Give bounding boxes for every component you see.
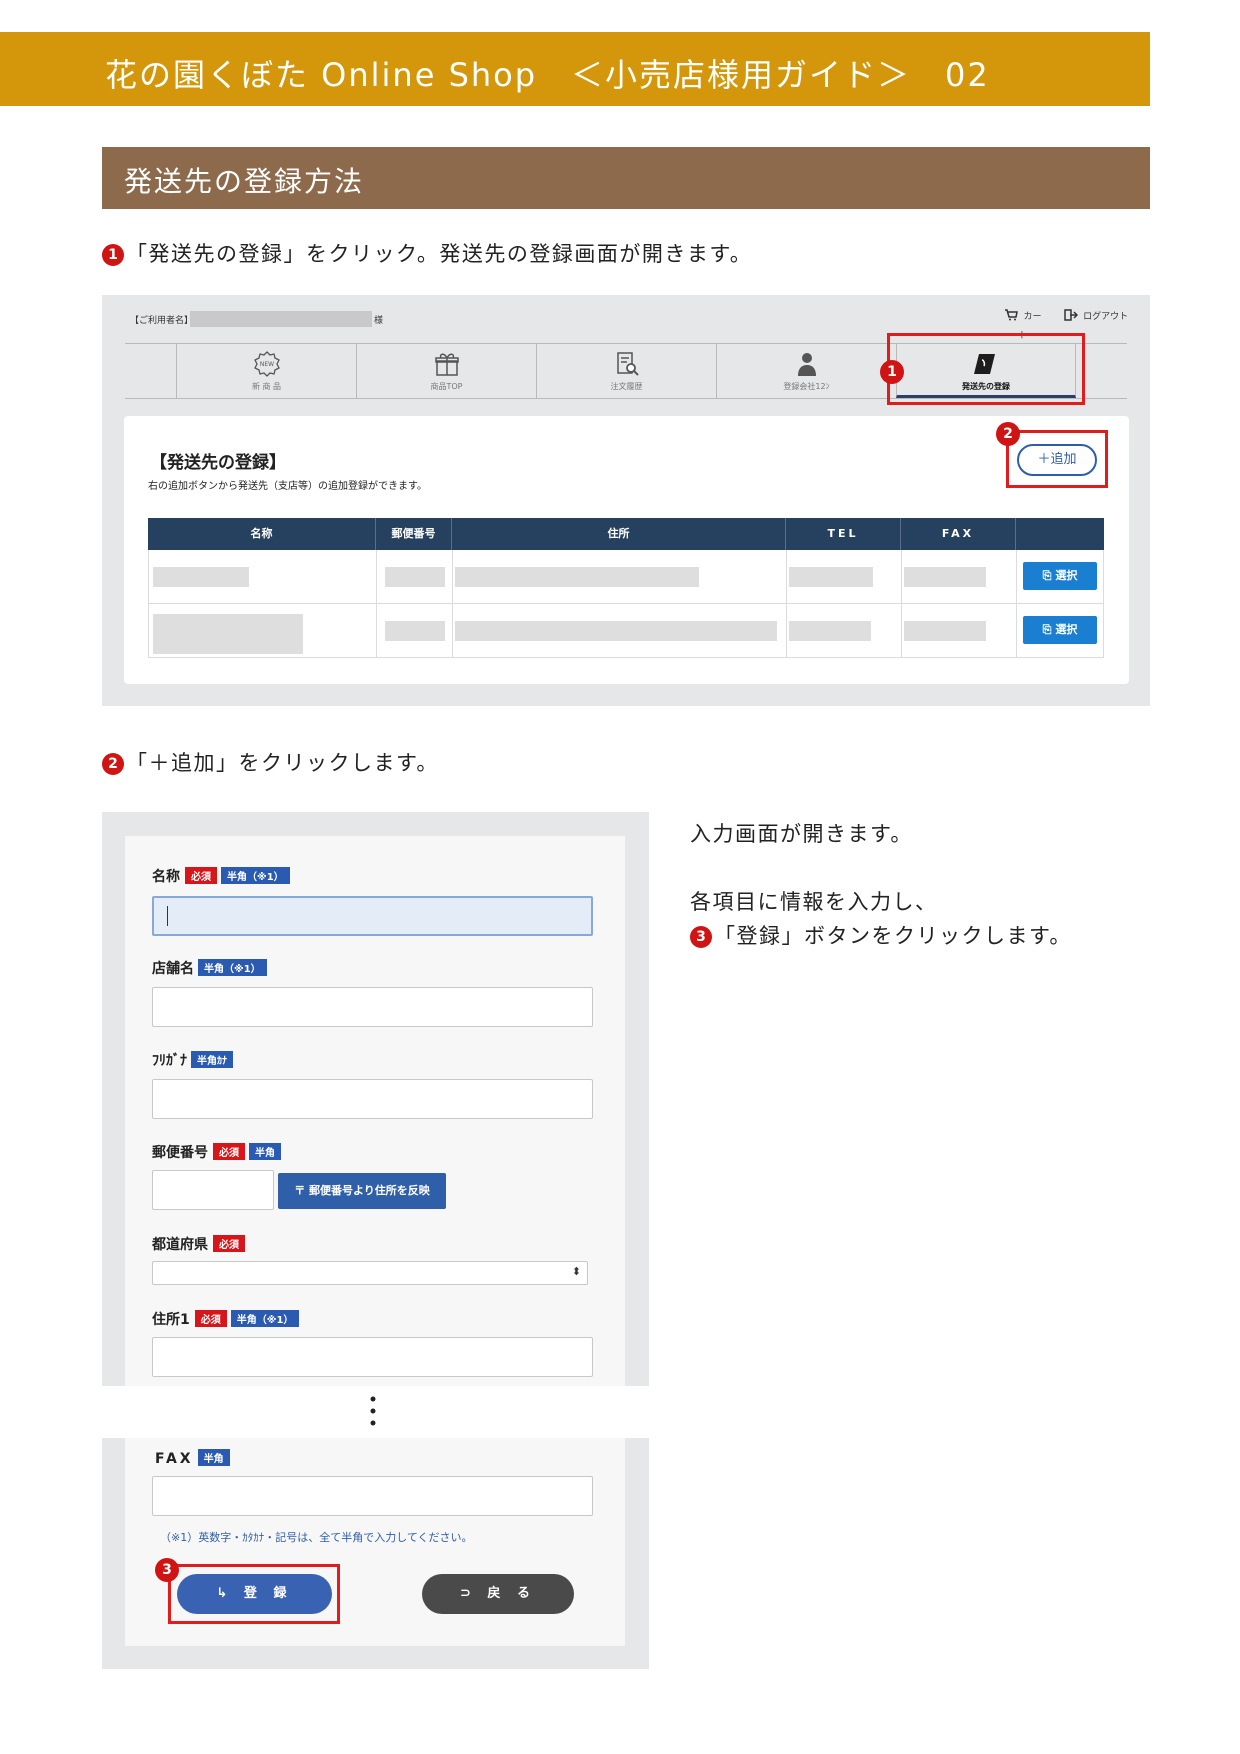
nav-label: 登録会社12ﾝ [783,382,830,391]
select-arrows-icon: ⬍ [571,1265,581,1278]
logout-icon [1064,308,1079,321]
svg-text:NEW: NEW [259,361,273,368]
gift-box-icon [434,353,459,376]
cart-icon [1005,308,1019,320]
step2-instruction: 2 「＋追加」をクリックします。 [102,747,439,777]
field-name-label: 名称 必須 半角（※1） [152,866,290,886]
half-width-tag: 半角（※1） [230,1310,300,1327]
step1-badge: 1 [102,244,124,266]
side-text-line2: 各項目に情報を入力し、 [690,890,938,914]
side-text-line3: 3 「登録」ボタンをクリックします。 [690,920,1072,950]
field-fax-label: FAX 半角 [155,1448,230,1467]
col-name: 名称 [148,518,376,550]
user-suffix: 様 [374,316,384,326]
required-tag: 必須 [213,1143,245,1160]
logout-label: ログアウト [1083,312,1129,322]
nav-registered-company[interactable]: 登録会社12ﾝ [716,344,896,398]
panel-title: 【発送先の登録】 [150,453,286,473]
nav-new-products[interactable]: NEW 新 商 品 [176,344,356,398]
zip-input[interactable] [152,1170,274,1210]
half-width-tag: 半角 [249,1143,281,1160]
badge-2: 2 [996,422,1020,446]
highlight-register-button [168,1564,340,1624]
step3-text: 「登録」ボタンをクリックします。 [714,924,1072,948]
side-text-line1: 入力画面が開きます。 [690,822,913,846]
step3-badge: 3 [690,926,712,948]
select-icon: ⎘ [1042,623,1052,636]
field-zip-label: 郵便番号 必須 半角 [152,1142,281,1162]
document-title: 花の園くぼた Online Shop ＜小売店様用ガイド＞ 02 [0,32,1150,106]
new-badge-icon: NEW [253,351,280,377]
badge-1: 1 [880,360,904,384]
badge-3: 3 [155,1558,179,1582]
field-address1-label: 住所1 必須 半角（※1） [152,1309,300,1329]
half-width-tag: 半角（※1） [221,867,290,884]
step2-text: 「＋追加」をクリックします。 [126,751,439,775]
shipping-table: 名称 郵便番号 住所 TEL FAX ⎘ 選択 ⎘ 選択 [148,518,1104,658]
user-name-label: 【ご利用者名】 [130,316,194,326]
store-input[interactable] [152,987,593,1027]
address1-input[interactable] [152,1337,593,1377]
field-furigana-label: ﾌﾘｶﾞﾅ 半角ｶﾅ [152,1050,233,1070]
panel-description: 右の追加ボタンから発送先（支店等）の追加登録ができます。 [148,481,427,492]
fax-input[interactable] [152,1476,593,1516]
field-store-label: 店舗名 半角（※1） [152,958,267,978]
select-icon: ⎘ [1042,569,1052,582]
field-pref-label: 都道府県 必須 [152,1234,245,1254]
person-icon [797,353,816,376]
col-tel: TEL [786,518,901,550]
table-row: ⎘ 選択 [148,604,1104,658]
half-width-tag: 半角ｶﾅ [191,1051,233,1068]
step1-text: 「発送先の登録」をクリック。発送先の登録画面が開きます。 [126,242,753,266]
highlight-nav-shipping [887,333,1085,405]
nav-label: 注文履歴 [610,382,643,391]
table-header: 名称 郵便番号 住所 TEL FAX [148,518,1104,550]
select-button[interactable]: ⎘ 選択 [1023,562,1097,590]
highlight-add-button [1006,430,1108,488]
nav-product-top[interactable]: 商品TOP [356,344,536,398]
name-input[interactable] [152,896,593,936]
furigana-input[interactable] [152,1079,593,1119]
col-address: 住所 [452,518,786,550]
vertical-ellipsis-icon [370,1396,376,1426]
required-tag: 必須 [213,1235,245,1252]
omission-gap [102,1386,649,1438]
col-fax: FAX [901,518,1016,550]
prefecture-select[interactable]: ⬍ [152,1261,588,1285]
order-history-icon [616,352,639,376]
logout-link[interactable]: ログアウト [1064,304,1134,323]
nav-label: 商品TOP [430,382,463,391]
select-button[interactable]: ⎘ 選択 [1023,616,1097,644]
back-button[interactable]: ⊃ 戻 る [422,1574,574,1614]
step2-badge: 2 [102,753,124,775]
nav-order-history[interactable]: 注文履歴 [536,344,716,398]
step1-instruction: 1 「発送先の登録」をクリック。発送先の登録画面が開きます。 [102,238,752,268]
user-name-redacted [190,311,372,327]
text-cursor [167,906,168,926]
half-width-tag: 半角（※1） [198,959,267,976]
col-action [1016,518,1104,550]
required-tag: 必須 [194,1310,227,1327]
col-zip: 郵便番号 [376,518,452,550]
zip-lookup-button[interactable]: 〒 郵便番号より住所を反映 [278,1173,446,1209]
nav-label: 新 商 品 [251,382,282,391]
half-width-note: （※1）英数字・ｶﾀｶﾅ・記号は、全て半角で入力してください。 [160,1531,473,1544]
select-label: 選択 [1055,569,1078,582]
select-label: 選択 [1055,623,1078,636]
required-tag: 必須 [185,867,217,884]
section-title: 発送先の登録方法 [102,147,1150,209]
half-width-tag: 半角 [197,1449,230,1466]
table-row: ⎘ 選択 [148,550,1104,604]
